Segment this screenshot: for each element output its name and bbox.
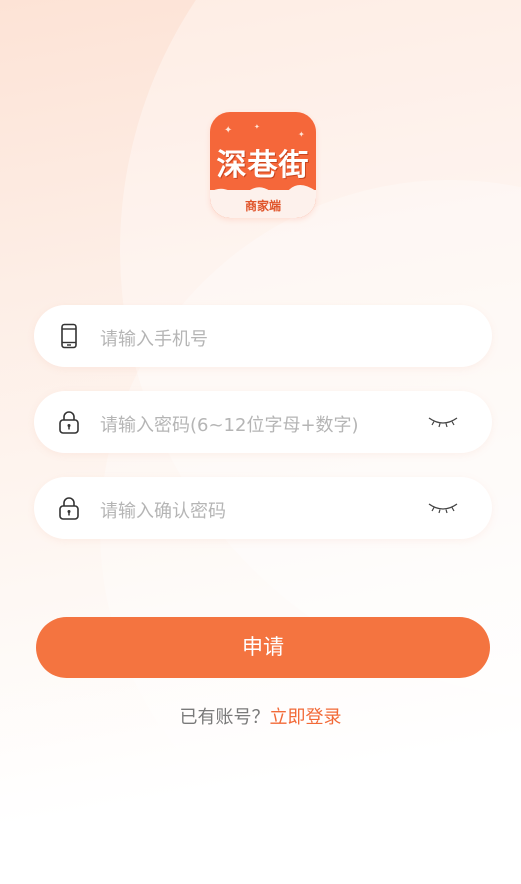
confirm-password-field[interactable]: 请输入确认密码 [34, 477, 492, 539]
phone-icon [61, 323, 77, 349]
confirm-password-input[interactable]: 请输入确认密码 [100, 497, 226, 523]
password-field[interactable]: 请输入密码(6~12位字母+数字) [34, 391, 492, 453]
lock-icon [59, 497, 79, 520]
phone-field[interactable]: 请输入手机号 [34, 305, 492, 367]
sparkle-icon: ✦ [224, 125, 233, 136]
sparkle-icon: ✦ [298, 130, 305, 139]
logo-subtitle: 商家端 [244, 199, 281, 213]
password-input[interactable]: 请输入密码(6~12位字母+数字) [100, 411, 359, 437]
login-link[interactable]: 立即登录 [270, 707, 342, 728]
logo-title: 深巷街 [216, 148, 310, 183]
eye-closed-icon[interactable] [426, 497, 460, 517]
have-account-text: 已有账号？ [179, 707, 270, 728]
phone-input[interactable]: 请输入手机号 [100, 325, 208, 351]
lock-icon [59, 411, 79, 434]
app-logo: ✦ ✦ ✦ 深巷街 商家端 [210, 112, 316, 218]
apply-button[interactable]: 申请 [36, 617, 490, 678]
login-prompt: 已有账号？立即登录 [0, 703, 521, 729]
sparkle-icon: ✦ [254, 123, 260, 131]
eye-closed-icon[interactable] [426, 411, 460, 431]
